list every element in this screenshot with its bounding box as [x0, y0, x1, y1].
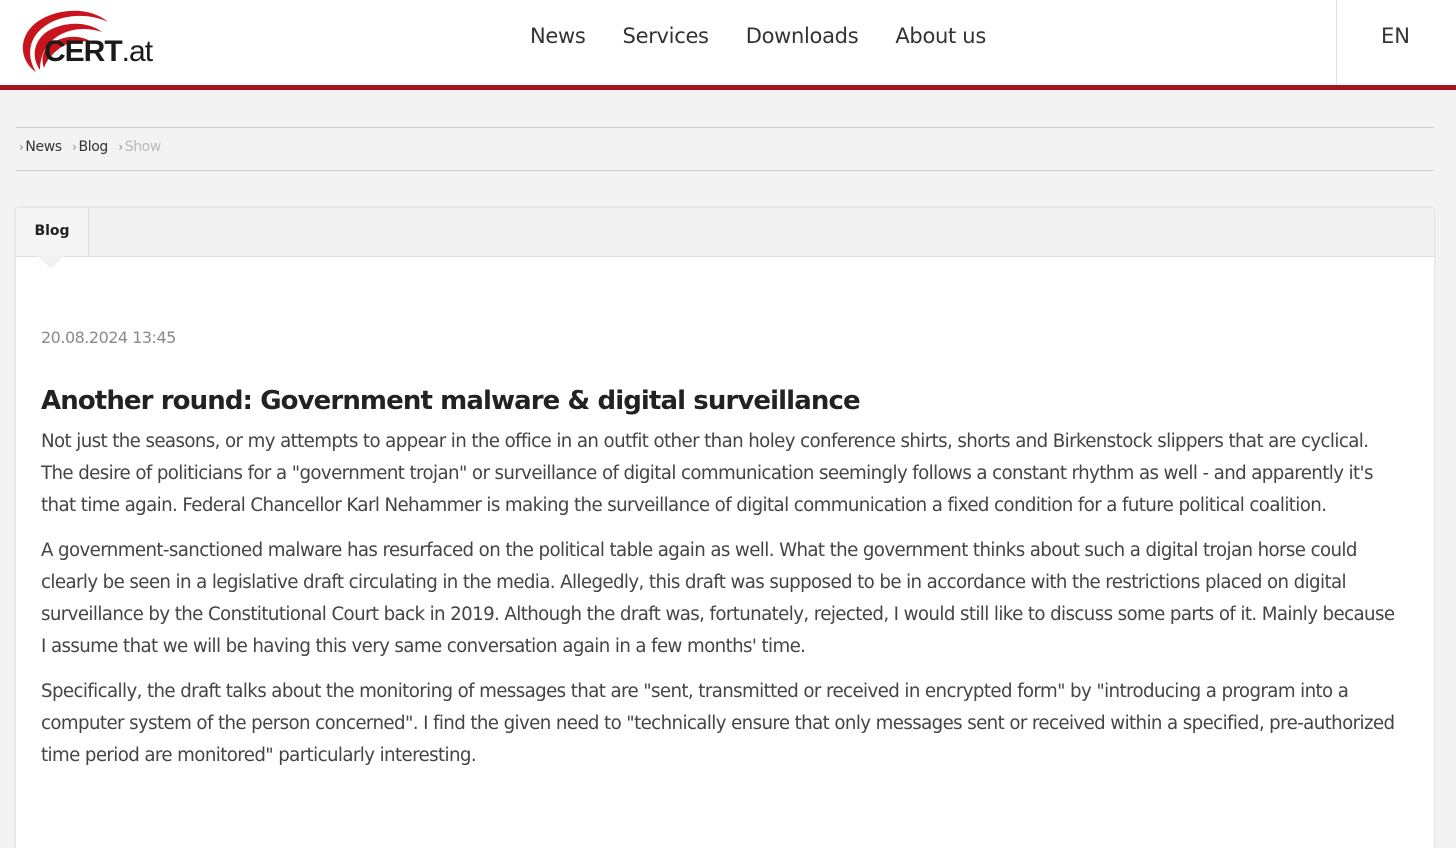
language-divider [1336, 0, 1337, 85]
tab-blog[interactable]: Blog [16, 208, 89, 256]
logo-wordmark: CERT.at [44, 35, 153, 69]
logo-brand: CERT [44, 35, 123, 68]
chevron-right-icon: › [118, 140, 123, 154]
article-content: 20.08.2024 13:45 Another round: Governme… [41, 328, 1401, 785]
breadcrumb-label: Show [124, 139, 162, 155]
breadcrumb-news[interactable]: › News [19, 139, 62, 155]
article-paragraph: Specifically, the draft talks about the … [41, 681, 1395, 766]
nav-news[interactable]: News [530, 24, 586, 48]
breadcrumb-label: Blog [78, 139, 109, 155]
nav-services[interactable]: Services [623, 24, 709, 48]
nav-about-us[interactable]: About us [895, 24, 986, 48]
breadcrumb-label: News [25, 139, 62, 155]
article-paragraph: A government-sanctioned malware has resu… [41, 540, 1395, 657]
cert-logo[interactable]: CERT.at [14, 6, 174, 74]
logo-tld: .at [121, 35, 153, 68]
breadcrumb-blog[interactable]: › Blog [72, 139, 108, 155]
language-switch[interactable]: EN [1381, 24, 1410, 48]
chevron-right-icon: › [19, 140, 24, 154]
breadcrumb: › News › Blog › Show [16, 127, 1434, 171]
site-header: CERT.at News Services Downloads About us… [0, 0, 1456, 90]
breadcrumb-list: › News › Blog › Show [19, 139, 167, 155]
article-title: Another round: Government malware & digi… [41, 386, 861, 416]
chevron-right-icon: › [72, 140, 77, 154]
tab-pointer-icon [38, 256, 64, 269]
article-paragraph: Not just the seasons, or my attempts to … [41, 431, 1373, 516]
tab-bar: Blog [16, 208, 1434, 257]
article-date: 20.08.2024 13:45 [41, 328, 176, 347]
nav-downloads[interactable]: Downloads [746, 24, 859, 48]
article-card: Blog 20.08.2024 13:45 Another round: Gov… [16, 208, 1434, 848]
main-nav: News Services Downloads About us [530, 24, 1023, 48]
breadcrumb-current: › Show [118, 139, 161, 155]
